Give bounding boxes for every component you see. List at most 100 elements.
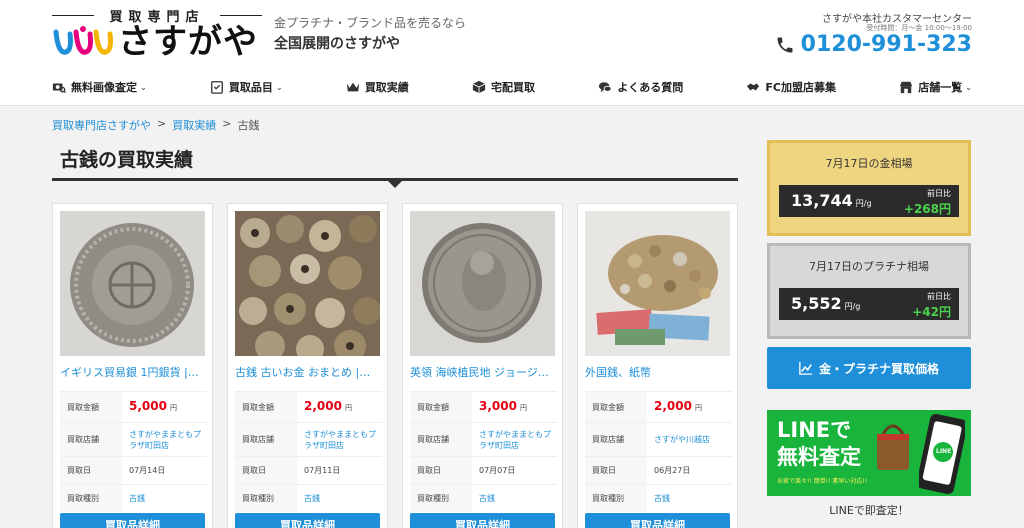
chevron-down-icon: ⌄ — [965, 82, 972, 92]
nav-label: 宅配買取 — [491, 81, 536, 94]
platinum-rate-value: 5,552 円/g — [791, 294, 861, 313]
gold-diff-value: +268円 — [903, 202, 951, 216]
camera-search-icon — [52, 83, 66, 94]
store-link[interactable]: さすがや川越店 — [647, 434, 732, 445]
detail-row-type: 買取種別 古銭 — [410, 484, 557, 512]
detail-button[interactable]: 買取品詳細 — [235, 513, 380, 528]
row-label: 買取店舗 — [585, 423, 647, 456]
price-value: 2,000 円 — [654, 398, 702, 413]
type-link[interactable]: 古銭 — [472, 493, 557, 504]
chevron-down-icon: ⌄ — [140, 82, 147, 92]
product-image[interactable] — [60, 211, 205, 356]
breadcrumb-results[interactable]: 買取実績 — [172, 117, 216, 133]
line-banner-title: LINEで — [777, 418, 852, 442]
type-link[interactable]: 古銭 — [647, 493, 732, 504]
handshake-icon — [747, 83, 760, 91]
logo-text: さすがや — [118, 22, 258, 62]
price-button-label: 金・プラチナ買取価格 — [818, 361, 939, 376]
detail-row-type: 買取種別 古銭 — [60, 484, 207, 512]
row-label: 買取店舗 — [235, 423, 297, 456]
line-chart-icon — [799, 361, 813, 375]
platinum-diff-label: 前日比 — [927, 292, 951, 301]
detail-row-amount: 買取金額 3,000 円 — [410, 391, 557, 422]
nav-item-delivery-purchase[interactable]: 宅配買取 — [472, 76, 535, 98]
product-image[interactable] — [585, 211, 730, 356]
price-value: 2,000 円 — [304, 398, 352, 413]
breadcrumb-home[interactable]: 買取専門店さすがや — [52, 117, 151, 133]
detail-row-amount: 買取金額 2,000 円 — [235, 391, 382, 422]
box-icon — [472, 80, 486, 94]
gold-rate-panel: 13,744 円/g 前日比 +268円 — [779, 185, 959, 217]
card-title[interactable]: 英領 海峡植民地 ジョージ… — [410, 364, 557, 380]
nav-item-purchase-results[interactable]: 買取実績 — [346, 76, 409, 98]
nav-label: よくある質問 — [617, 81, 684, 94]
main-nav: 無料画像査定 ⌄ 買取品目 ⌄ 買取実績 宅配買取 よくある質問 FC加盟店募集… — [52, 76, 972, 98]
date-value: 07月07日 — [479, 466, 516, 475]
detail-button[interactable]: 買取品詳細 — [410, 513, 555, 528]
tagline-secondary: 全国展開のさすがや — [274, 36, 400, 52]
store-link[interactable]: さすがやままともプラザ町田店 — [472, 429, 557, 451]
detail-row-store: 買取店舗 さすがやままともプラザ町田店 — [235, 422, 382, 456]
crown-icon — [346, 82, 359, 92]
store-link[interactable]: さすがやままともプラザ町田店 — [297, 429, 382, 451]
price-value: 3,000 円 — [479, 398, 527, 413]
detail-row-date: 買取日 06月27日 — [585, 456, 732, 484]
page-title: 古銭の買取実績 — [60, 149, 194, 171]
store-icon — [900, 81, 913, 94]
gold-rate-value: 13,744 円/g — [791, 191, 872, 210]
detail-row-amount: 買取金額 5,000 円 — [60, 391, 207, 422]
store-link[interactable]: さすがやままともプラザ町田店 — [122, 429, 207, 451]
breadcrumb-separator: > — [157, 117, 167, 130]
result-card: イギリス貿易銀 1円銀貨 |… 買取金額 5,000 円 買取店舗 さすがやままと… — [52, 203, 213, 528]
gold-platinum-price-button[interactable]: 金・プラチナ買取価格 — [767, 347, 971, 389]
checklist-icon — [211, 81, 223, 94]
product-image[interactable] — [235, 211, 380, 356]
row-label: 買取日 — [410, 457, 472, 484]
line-appraisal-banner[interactable]: LINEで 無料査定 お家で楽々!! 簡単!! 素早い対応!! LINE — [767, 410, 971, 496]
breadcrumb-separator: > — [222, 117, 232, 130]
platinum-rate-panel: 5,552 円/g 前日比 +42円 — [779, 288, 959, 320]
phone-number[interactable]: 0120-991-323 — [775, 32, 972, 57]
detail-button[interactable]: 買取品詳細 — [585, 513, 730, 528]
phone-number-text: 0120-991-323 — [800, 32, 972, 57]
product-image[interactable] — [410, 211, 555, 356]
card-title[interactable]: イギリス貿易銀 1円銀貨 |… — [60, 364, 207, 380]
nav-item-free-appraisal[interactable]: 無料画像査定 ⌄ — [52, 76, 147, 98]
detail-row-date: 買取日 07月11日 — [235, 456, 382, 484]
breadcrumb: 買取専門店さすがや > 買取実績 > 古銭 — [52, 117, 259, 133]
card-details: 買取金額 3,000 円 買取店舗 さすがやままともプラザ町田店 買取日 07月0… — [410, 391, 557, 512]
type-link[interactable]: 古銭 — [297, 493, 382, 504]
nav-label: 無料画像査定 — [71, 81, 137, 94]
nav-item-purchase-items[interactable]: 買取品目 ⌄ — [210, 76, 283, 98]
row-label: 買取種別 — [410, 485, 472, 512]
site-logo[interactable]: 買取専門店 さすがや — [52, 6, 262, 62]
detail-row-amount: 買取金額 2,000 円 — [585, 391, 732, 422]
coins-and-banknotes-image — [585, 211, 730, 356]
title-divider-arrow — [388, 181, 402, 188]
gold-diff-label: 前日比 — [927, 189, 951, 198]
row-label: 買取金額 — [585, 392, 647, 422]
nav-item-faq[interactable]: よくある質問 — [598, 76, 683, 98]
card-title[interactable]: 古銭 古いお金 おまとめ |… — [235, 364, 382, 380]
line-caption[interactable]: LINEで即査定！ — [767, 502, 971, 518]
nav-item-store-list[interactable]: 店舗一覧 ⌄ — [899, 76, 972, 98]
tagline-primary: 金プラチナ・ブランド品を売るなら — [274, 16, 467, 30]
row-label: 買取店舗 — [410, 423, 472, 456]
date-value: 07月11日 — [304, 466, 341, 475]
platinum-rate-box: 7月17日のプラチナ相場 5,552 円/g 前日比 +42円 — [767, 243, 971, 339]
detail-row-type: 買取種別 古銭 — [235, 484, 382, 512]
line-banner-tagline: お家で楽々!! 簡単!! 素早い対応!! — [777, 478, 868, 485]
nav-item-franchise[interactable]: FC加盟店募集 — [746, 76, 836, 98]
site-header: 買取専門店 さすがや 金プラチナ・ブランド品を売るなら 全国展開のさすがや さす… — [0, 0, 1024, 106]
card-title[interactable]: 外国銭、紙幣 — [585, 364, 732, 380]
result-card: 外国銭、紙幣 買取金額 2,000 円 買取店舗 さすがや川越店 買取日 06月2… — [577, 203, 738, 528]
gold-rate-title: 7月17日の金相場 — [825, 157, 913, 170]
silver-coin-image — [60, 211, 205, 356]
line-logo-badge: LINE — [936, 448, 952, 455]
nav-label: FC加盟店募集 — [765, 81, 837, 94]
gold-rate-box: 7月17日の金相場 13,744 円/g 前日比 +268円 — [767, 140, 971, 236]
row-label: 買取金額 — [410, 392, 472, 422]
type-link[interactable]: 古銭 — [122, 493, 207, 504]
detail-button[interactable]: 買取品詳細 — [60, 513, 205, 528]
detail-row-type: 買取種別 古銭 — [585, 484, 732, 512]
